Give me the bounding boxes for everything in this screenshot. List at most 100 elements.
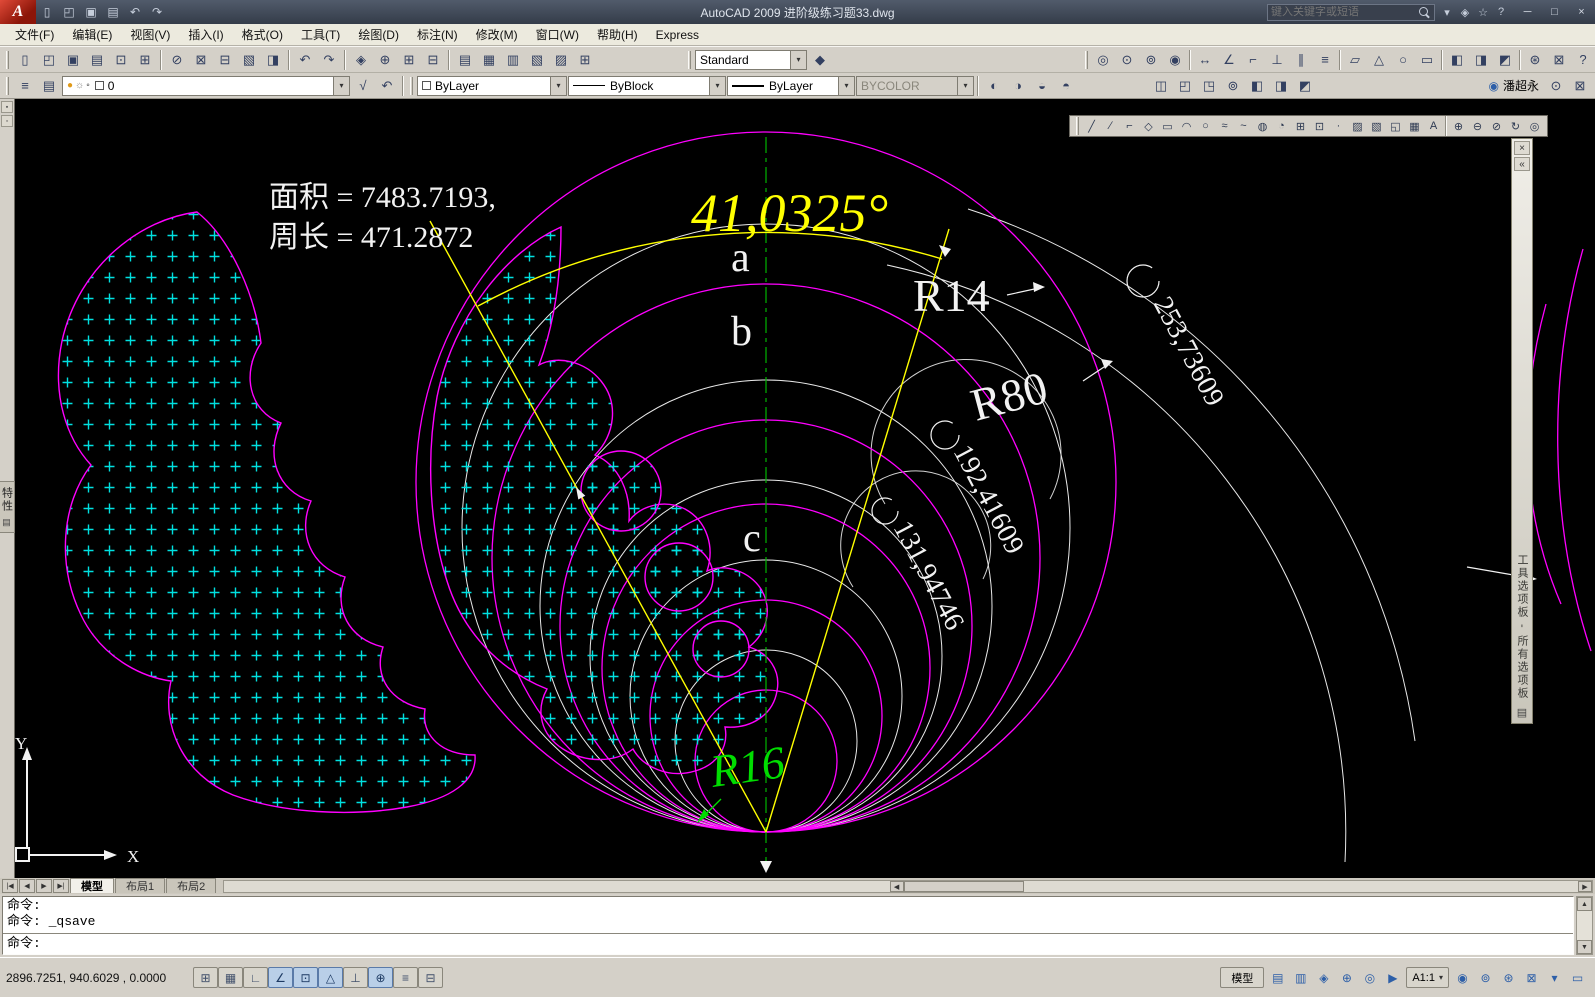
camera-icon[interactable]: ◳ <box>1197 75 1221 97</box>
drawing-viewport[interactable]: 面积 = 7483.7193, 周长 = 471.2872 41,0325° a… <box>15 99 1595 878</box>
search-options-icon[interactable]: ▾ <box>1438 3 1456 21</box>
spline-icon[interactable]: ~ <box>1234 117 1253 135</box>
arc-icon[interactable]: ◠ <box>1177 117 1196 135</box>
hatch-icon[interactable]: ▨ <box>1348 117 1367 135</box>
named-views-icon[interactable]: ◫ <box>1149 75 1173 97</box>
zoom-status-icon[interactable]: ⊕ <box>1335 967 1358 988</box>
dim-style-icon[interactable]: ≡ <box>1313 49 1337 71</box>
copy-icon[interactable]: ⊠ <box>189 49 213 71</box>
rectangle-icon[interactable]: ▭ <box>1158 117 1177 135</box>
ucs-icon[interactable]: ◎ <box>1091 49 1115 71</box>
grid-toggle[interactable]: ▦ <box>218 967 243 988</box>
annotation-visibility-icon[interactable]: ◉ <box>1451 967 1474 988</box>
dyn-toggle[interactable]: ⊕ <box>368 967 393 988</box>
make-block-icon[interactable]: ⊡ <box>1310 117 1329 135</box>
lineweight-control-combo[interactable]: ByLayer ▾ <box>727 75 855 96</box>
scroll-up-icon[interactable]: ▲ <box>1577 897 1592 911</box>
block-editor-icon[interactable]: ◨ <box>261 49 285 71</box>
render-icon[interactable]: ◨ <box>1269 75 1293 97</box>
command-text-area[interactable]: 命令: 命令: _qsave 命令: <box>2 896 1574 955</box>
wireframe-icon[interactable]: ◩ <box>1493 49 1517 71</box>
annotation-scale-combo[interactable]: A1:1 ▾ <box>1406 967 1449 988</box>
horizontal-scrollbar[interactable]: ◀ ▶ <box>223 880 1593 893</box>
point-icon[interactable]: · <box>1329 117 1348 135</box>
quick-view-layouts-icon[interactable]: ▤ <box>1266 967 1289 988</box>
text-style-manager-icon[interactable]: ◆ <box>808 49 832 71</box>
workspace-switch-icon[interactable]: ⊛ <box>1497 967 1520 988</box>
menu-item[interactable]: 工具(T) <box>292 24 349 45</box>
scrollbar-track[interactable] <box>1577 911 1592 940</box>
tab-nav-button[interactable]: ▶| <box>53 879 69 893</box>
tool-palettes-icon[interactable]: ▥ <box>501 49 525 71</box>
chevron-down-icon[interactable]: ▾ <box>709 76 725 95</box>
linetype-control-combo[interactable]: ByBlock ▾ <box>568 75 726 96</box>
polyline-icon[interactable]: ⌐ <box>1120 117 1139 135</box>
clean-screen-icon[interactable]: ▭ <box>1566 967 1589 988</box>
plot-icon[interactable]: ▤ <box>85 49 109 71</box>
communication-icon[interactable]: ⊙ <box>1544 75 1568 97</box>
dim-radius-icon[interactable]: ⌐ <box>1241 49 1265 71</box>
open-file-icon[interactable]: ◰ <box>37 49 61 71</box>
menu-item[interactable]: Express <box>647 26 708 44</box>
menu-item[interactable]: 文件(F) <box>6 24 63 45</box>
properties-palette-icon[interactable]: ▤ <box>453 49 477 71</box>
new-file-icon[interactable]: ▯ <box>13 49 37 71</box>
chevron-down-icon[interactable]: ▾ <box>790 50 806 69</box>
layer-properties-manager-icon[interactable]: ≡ <box>13 75 37 97</box>
rotate-icon[interactable]: ↻ <box>1506 117 1525 135</box>
scroll-right-icon[interactable]: ▶ <box>1578 881 1592 892</box>
markup-set-manager-icon[interactable]: ▨ <box>549 49 573 71</box>
properties-palette-tab[interactable]: 特性 ▤ <box>0 481 15 533</box>
3d-views-icon[interactable]: ◰ <box>1173 75 1197 97</box>
construction-line-icon[interactable]: ∕ <box>1101 117 1120 135</box>
redo-icon[interactable]: ↷ <box>146 2 168 22</box>
open-file-icon[interactable]: ◰ <box>58 2 80 22</box>
scroll-down-icon[interactable]: ▼ <box>1577 940 1592 954</box>
menu-item[interactable]: 视图(V) <box>121 24 179 45</box>
help-tool-icon[interactable]: ? <box>1571 49 1595 71</box>
scroll-left-icon[interactable]: ◀ <box>889 881 904 892</box>
tab-nav-button[interactable]: ▶ <box>36 879 52 893</box>
toolbar-grip[interactable] <box>6 76 9 95</box>
paste-icon[interactable]: ⊟ <box>213 49 237 71</box>
layer-states-manager-icon[interactable]: ▤ <box>37 75 61 97</box>
osnap-toggle[interactable]: ⊡ <box>293 967 318 988</box>
draw-order-front-icon[interactable]: ◐ <box>982 75 1006 97</box>
menu-browser-button[interactable]: A <box>0 0 36 24</box>
quickcalc-icon[interactable]: ⊞ <box>573 49 597 71</box>
minimize-button[interactable]: ─ <box>1514 2 1541 22</box>
orbit-icon[interactable]: ◉ <box>1163 49 1187 71</box>
workspace-icon[interactable]: ⊛ <box>1523 49 1547 71</box>
help-icon[interactable]: ? <box>1492 3 1510 21</box>
zoom-window-icon[interactable]: ⊞ <box>397 49 421 71</box>
cut-icon[interactable]: ⊘ <box>165 49 189 71</box>
close-button[interactable]: × <box>1568 2 1595 22</box>
trim-icon[interactable]: ⊘ <box>1487 117 1506 135</box>
move-icon[interactable]: ⊕ <box>1449 117 1468 135</box>
layout-tab[interactable]: 模型 <box>70 878 114 893</box>
multiline-text-icon[interactable]: A <box>1424 117 1443 135</box>
region-icon[interactable]: ▱ <box>1343 49 1367 71</box>
erase-icon[interactable]: ⊖ <box>1468 117 1487 135</box>
toolbar-grip[interactable] <box>688 50 691 69</box>
ellipse-arc-icon[interactable]: ◔ <box>1272 117 1291 135</box>
tab-nav-button[interactable]: |◀ <box>2 879 18 893</box>
qp-toggle[interactable]: ⊟ <box>418 967 443 988</box>
drawing-canvas[interactable]: 面积 = 7483.7193, 周长 = 471.2872 41,0325° a… <box>15 99 1595 878</box>
command-scrollbar[interactable]: ▲ ▼ <box>1576 896 1593 955</box>
zoom-realtime-icon[interactable]: ⊕ <box>373 49 397 71</box>
layer-previous-icon[interactable]: ↶ <box>375 75 399 97</box>
undo-icon[interactable]: ↶ <box>124 2 146 22</box>
draw-order-above-icon[interactable]: ◒ <box>1030 75 1054 97</box>
rectangle-tool-icon[interactable]: ▭ <box>1415 49 1439 71</box>
lwt-toggle[interactable]: ≡ <box>393 967 418 988</box>
materials-icon[interactable]: ◩ <box>1293 75 1317 97</box>
zoom-previous-icon[interactable]: ⊟ <box>421 49 445 71</box>
layout-tab[interactable]: 布局1 <box>115 878 166 893</box>
model-space-button[interactable]: 模型 <box>1220 967 1265 988</box>
coordinates-readout[interactable]: 2896.7251, 940.6029 , 0.0000 <box>6 971 191 985</box>
communication-center-icon[interactable]: ◈ <box>1456 3 1474 21</box>
otrack-toggle[interactable]: △ <box>318 967 343 988</box>
publish-icon[interactable]: ⊞ <box>133 49 157 71</box>
toolbar-lock-icon[interactable]: ⊠ <box>1520 967 1543 988</box>
